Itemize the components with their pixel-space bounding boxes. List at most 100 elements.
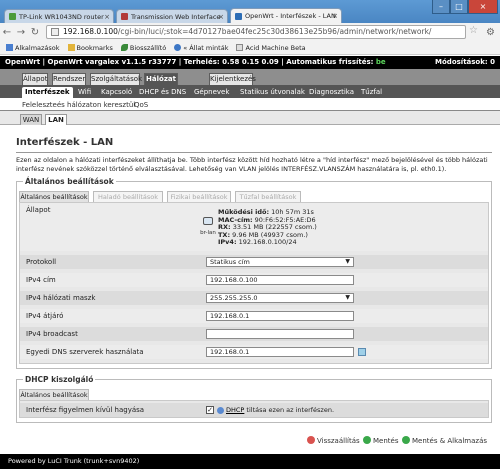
address-input[interactable]: 192.168.0.100/cgi-bin/luci/;stok=4d70127… (46, 25, 466, 39)
submenu-wifi[interactable]: Wifi (78, 87, 91, 98)
title-divider (16, 152, 492, 153)
maximize-icon[interactable]: □ (450, 0, 468, 14)
netmask-row: IPv4 hálózati maszk 255.255.255.0 ▼ (20, 291, 488, 305)
address-path: /cgi-bin/luci/;stok=4d70127bae04fec25c30… (117, 27, 432, 36)
router-favicon-icon (9, 13, 16, 20)
browser-tab-title: Transmission Web Interface (131, 12, 221, 21)
broadcast-row: IPv4 broadcast (20, 327, 488, 341)
changes-counter[interactable]: Módosítások: 0 (435, 56, 495, 69)
ignore-interface-label: Interfész figyelmen kívül hagyása (26, 406, 145, 414)
tab-physical[interactable]: Fizikai beállítások (167, 191, 231, 202)
dhcp-server-section: DHCP kiszolgáló Általános beállítások In… (16, 375, 492, 423)
close-tab-icon[interactable]: × (218, 13, 224, 21)
interface-tabs: WAN LAN (0, 111, 500, 125)
menu-system[interactable]: Rendszer (52, 73, 86, 85)
tab-wan[interactable]: WAN (20, 114, 42, 125)
section-legend: Általános beállítások (23, 177, 116, 186)
tab-firewall[interactable]: Tűzfal beállítások (235, 191, 301, 202)
autorefresh-toggle[interactable]: be (376, 58, 386, 66)
bookmark-star-icon[interactable]: ☆ (469, 25, 478, 36)
reset-label: Visszaállítás (317, 437, 360, 445)
submenu-switch[interactable]: Kapcsoló (101, 87, 132, 98)
bookmark-bio[interactable]: Biosszállító (120, 43, 167, 52)
reset-button[interactable]: Visszaállítás (307, 435, 360, 447)
submenu-dhcp-dns[interactable]: DHCP és DNS (139, 87, 186, 98)
network-submenu-2: Feleleszteés hálózaton keresztül QoS (0, 98, 500, 111)
dhcp-help-suffix: tiltása ezen az interfészen. (244, 406, 335, 414)
section-legend: DHCP kiszolgáló (23, 375, 96, 384)
submenu-hostnames[interactable]: Gépnevek (194, 87, 229, 98)
submenu-static-routes[interactable]: Statikus útvonalak (240, 87, 305, 98)
dhcp-help-link[interactable]: DHCP (226, 406, 244, 414)
bookmark-folder[interactable]: Bookmarks (67, 43, 113, 52)
tab-advanced[interactable]: Haladó beállítások (93, 191, 163, 202)
page-icon (51, 28, 59, 36)
dhcp-settings-body: Interfész figyelmen kívül hagyása ✓ DHCP… (19, 400, 489, 418)
network-submenu: Interfészek Wifi Kapcsoló DHCP és DNS Gé… (0, 85, 500, 98)
browser-tab-transmission[interactable]: Transmission Web Interface × (116, 9, 228, 23)
menu-network[interactable]: Hálózat (144, 73, 178, 85)
wrench-menu-icon[interactable]: ⚙ (486, 27, 495, 38)
globe-icon (174, 44, 182, 51)
tab-lan[interactable]: LAN (45, 114, 67, 125)
broadcast-input[interactable] (206, 329, 354, 339)
status-label: Állapot (26, 206, 51, 214)
bookmark-label: Biosszállító (129, 43, 167, 52)
submenu-firewall[interactable]: Tűzfal (361, 87, 382, 98)
ipv4-address-row: IPv4 cím 192.168.0.100 (20, 273, 488, 287)
broadcast-label: IPv4 broadcast (26, 330, 78, 338)
bookmark-animals[interactable]: « Állat minták (174, 44, 228, 52)
add-dns-icon[interactable] (358, 348, 366, 356)
submenu-wake-on-lan[interactable]: Feleleszteés hálózaton keresztül (22, 100, 135, 111)
dropdown-arrow-icon: ▼ (345, 258, 350, 265)
bookmark-acid[interactable]: Acid Machine Beta (236, 44, 306, 52)
reload-icon[interactable]: ↻ (28, 27, 42, 38)
folder-icon (67, 44, 75, 51)
main-content: Interfészek - LAN Ezen az oldalon a háló… (0, 125, 500, 439)
status-row: Állapot br-lan Működési idő: 10h 57m 31s… (20, 203, 488, 251)
submenu-interfaces[interactable]: Interfészek (22, 87, 73, 98)
interface-name: br-lan (200, 230, 216, 236)
menu-logout[interactable]: Kijelentkezés (209, 73, 256, 85)
save-apply-label: Mentés & Alkalmazás (412, 437, 488, 445)
interface-status: Működési idő: 10h 57m 31s MAC-cím: 90:F6… (218, 208, 317, 247)
close-tab-icon[interactable]: × (104, 13, 110, 21)
browser-tabstrip: TP-Link WR1043ND router × Transmission W… (0, 0, 500, 23)
protocol-select[interactable]: Statikus cím ▼ (206, 257, 354, 267)
protocol-label: Protokoll (26, 258, 57, 266)
close-window-icon[interactable]: × (468, 0, 498, 14)
menu-status[interactable]: Állapot (22, 73, 48, 85)
ipv4-address-input[interactable]: 192.168.0.100 (206, 275, 354, 285)
menu-services[interactable]: Szolgáltatások (90, 73, 142, 85)
save-icon (363, 436, 371, 444)
openwrt-header: OpenWrt | OpenWrt vargalex v1.1.5 r33777… (0, 56, 500, 69)
close-tab-icon[interactable]: × (332, 12, 338, 20)
dns-input[interactable]: 192.168.0.1 (206, 347, 354, 357)
submenu-qos[interactable]: QoS (134, 100, 148, 111)
bookmark-label: Bookmarks (76, 43, 113, 52)
tab-dhcp-general[interactable]: Általános beállítások (19, 389, 89, 400)
save-button[interactable]: Mentés (363, 435, 398, 447)
bookmark-apps[interactable]: Alkalmazások (6, 44, 60, 52)
page-footer: Powered by LuCI Trunk (trunk+svn9402) (0, 454, 500, 469)
ipv4-label: IPv4: (218, 238, 237, 247)
gateway-input[interactable]: 192.168.0.1 (206, 311, 354, 321)
browser-tab-openwrt[interactable]: OpenWrt - Interfészek - LAN × (230, 8, 342, 23)
save-apply-button[interactable]: Mentés & Alkalmazás (402, 435, 487, 447)
browser-tab-router[interactable]: TP-Link WR1043ND router × (4, 9, 114, 23)
page-icon (236, 44, 244, 51)
back-icon[interactable]: ← (0, 27, 14, 38)
minimize-icon[interactable]: – (432, 0, 450, 14)
ignore-interface-row: Interfész figyelmen kívül hagyása ✓ DHCP… (20, 403, 488, 417)
ipv4-address-label: IPv4 cím (26, 276, 56, 284)
ignore-interface-checkbox[interactable]: ✓ (206, 406, 214, 414)
submenu-diagnostics[interactable]: Diagnosztika (309, 87, 354, 98)
tab-general[interactable]: Általános beállítások (19, 191, 89, 202)
page-title: Interfészek - LAN (16, 137, 114, 148)
main-menu: Állapot Rendszer Szolgáltatások Hálózat … (0, 69, 500, 85)
apps-grid-icon (6, 44, 13, 51)
dns-row: Egyedi DNS szerverek használata 192.168.… (20, 345, 488, 359)
forward-icon[interactable]: → (14, 27, 28, 38)
window-controls: – □ × (432, 0, 498, 14)
netmask-select[interactable]: 255.255.255.0 ▼ (206, 293, 354, 303)
